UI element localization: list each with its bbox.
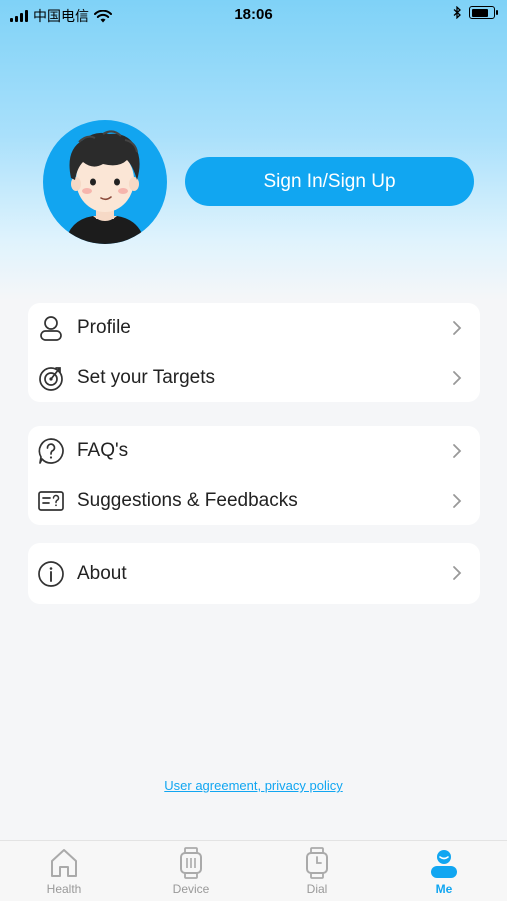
tab-me[interactable]: Me	[399, 847, 489, 896]
chevron-right-icon	[453, 566, 462, 580]
chevron-right-icon	[453, 321, 462, 335]
menu-item-label: Set your Targets	[77, 367, 216, 388]
battery-icon	[469, 6, 498, 19]
menu-item-label: Suggestions & Feedbacks	[77, 490, 298, 511]
menu-item-label: FAQ's	[77, 440, 129, 461]
feedback-icon	[38, 491, 64, 511]
legal-links: User agreement, privacy policy	[0, 777, 507, 795]
tab-label: Dial	[306, 882, 328, 896]
menu-item-profile[interactable]: Profile	[28, 303, 480, 353]
person-icon	[431, 850, 457, 878]
tab-health[interactable]: Health	[19, 847, 109, 896]
chevron-right-icon	[453, 494, 462, 508]
menu-item-about[interactable]: About	[28, 543, 480, 604]
menu-item-faq[interactable]: FAQ's	[28, 426, 480, 476]
menu-card-support: FAQ's Suggestions & Feedbacks	[28, 426, 480, 525]
menu-item-label: About	[77, 562, 127, 584]
avatar-illustration	[65, 130, 145, 244]
person-icon	[40, 316, 62, 341]
chevron-right-icon	[453, 444, 462, 458]
info-icon	[38, 561, 64, 587]
user-agreement-privacy-link[interactable]: User agreement, privacy policy	[164, 778, 342, 793]
avatar[interactable]	[43, 120, 167, 244]
tab-label: Device	[172, 882, 210, 896]
watch-face-icon	[306, 847, 328, 879]
tab-device[interactable]: Device	[146, 847, 236, 896]
menu-card-account: Profile Set your Targets	[28, 303, 480, 402]
status-bar: 中国电信 18:06	[0, 0, 507, 28]
clock: 18:06	[234, 6, 273, 23]
watch-icon	[180, 847, 202, 879]
sign-in-button[interactable]: Sign In/Sign Up	[185, 157, 474, 206]
house-icon	[51, 849, 77, 877]
tab-dial[interactable]: Dial	[272, 847, 362, 896]
tab-label: Me	[435, 882, 453, 896]
menu-card-about: About	[28, 543, 480, 604]
chevron-right-icon	[453, 371, 462, 385]
question-bubble-icon	[38, 438, 64, 464]
tab-label: Health	[46, 882, 82, 896]
tab-bar: Health Device Dial Me	[0, 840, 507, 901]
menu-item-feedback[interactable]: Suggestions & Feedbacks	[28, 476, 480, 526]
menu-item-targets[interactable]: Set your Targets	[28, 353, 480, 403]
menu-item-label: Profile	[77, 317, 131, 338]
bluetooth-icon	[453, 6, 461, 19]
target-icon	[39, 367, 63, 391]
